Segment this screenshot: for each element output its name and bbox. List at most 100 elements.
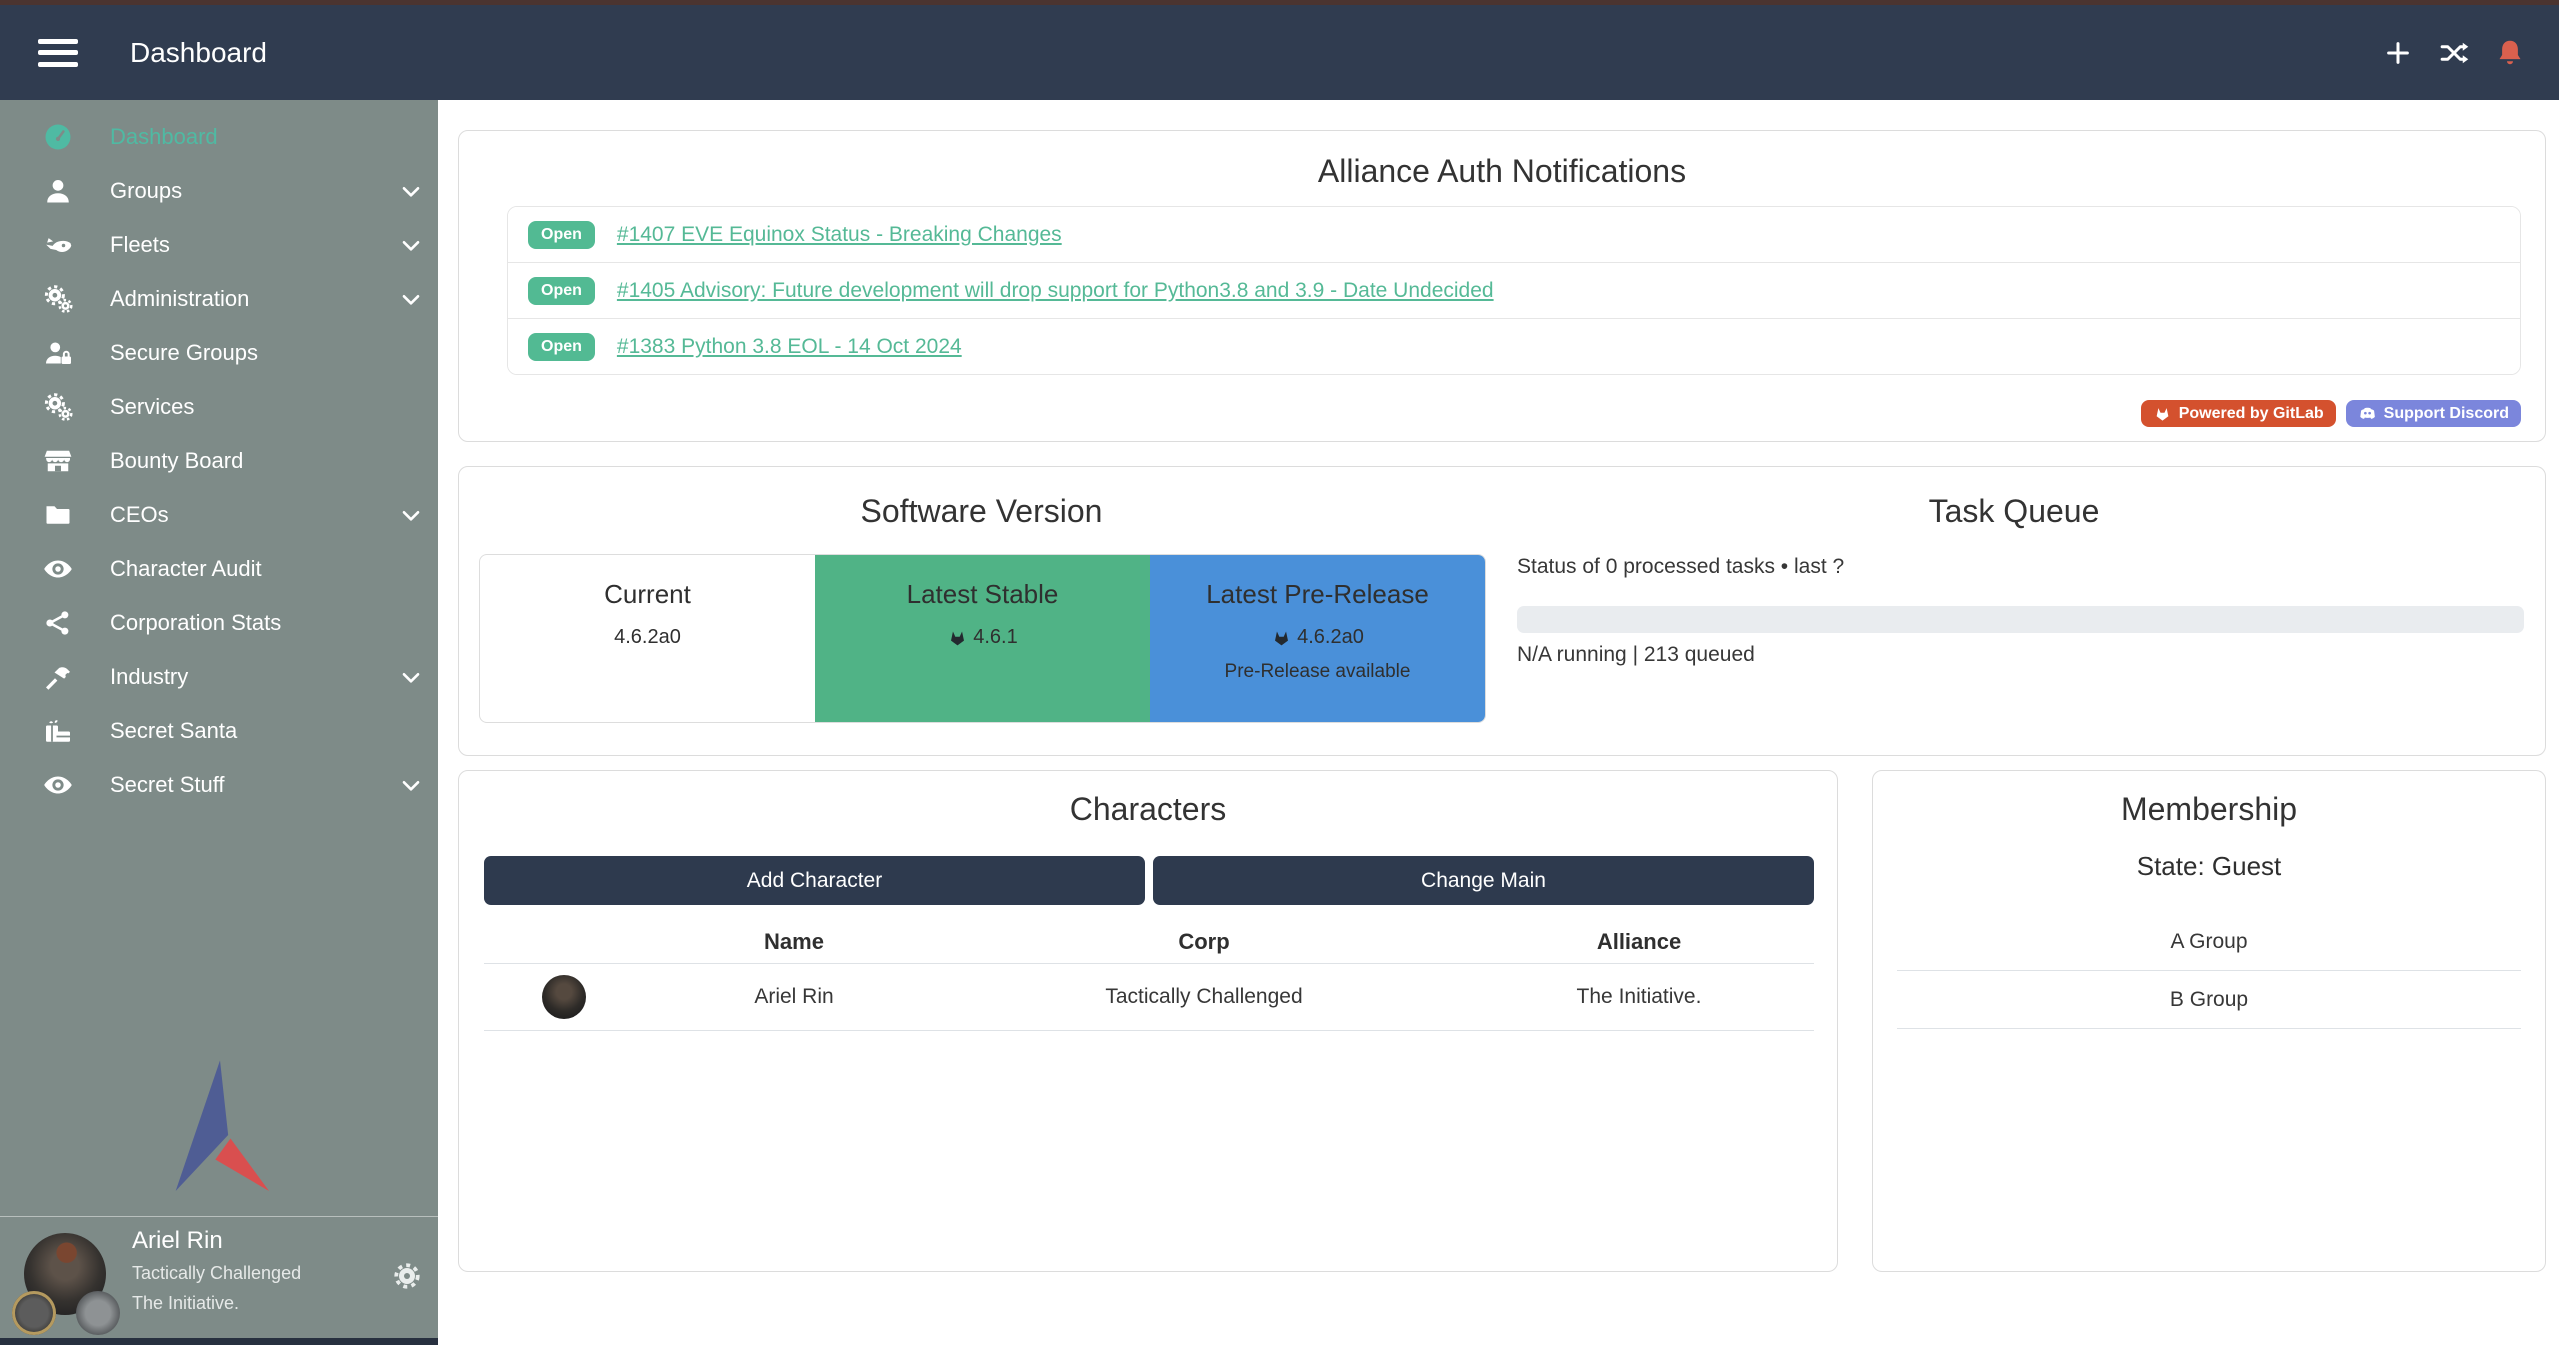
sidebar-item-label: CEOs — [110, 502, 398, 528]
sidebar-item-corporation-stats[interactable]: Corporation Stats — [0, 596, 438, 650]
user-lock-icon — [36, 338, 80, 368]
notification-row: Open #1383 Python 3.8 EOL - 14 Oct 2024 — [508, 319, 2520, 374]
powered-by-gitlab-badge[interactable]: Powered by GitLab — [2141, 400, 2336, 427]
sidebar-item-label: Groups — [110, 178, 398, 204]
prerelease-note: Pre-Release available — [1150, 661, 1485, 683]
eye-icon — [36, 770, 80, 800]
sidebar-item-label: Secure Groups — [110, 340, 424, 366]
sidebar-item-services[interactable]: Services — [0, 380, 438, 434]
gitlab-icon — [947, 627, 968, 648]
software-version-title: Software Version — [479, 493, 1484, 530]
sidebar-item-fleets[interactable]: Fleets — [0, 218, 438, 272]
page-title: Dashboard — [130, 37, 267, 69]
version-value: 4.6.1 — [973, 626, 1017, 649]
sidebar: Dashboard Groups Fleets — [0, 100, 438, 1345]
sidebar-item-label: Corporation Stats — [110, 610, 424, 636]
sidebar-item-label: Secret Stuff — [110, 772, 398, 798]
software-version-panel: Software Version Current 4.6.2a0 Latest … — [458, 466, 2546, 756]
sidebar-item-label: Services — [110, 394, 424, 420]
user-name: Ariel Rin — [132, 1227, 223, 1255]
share-nodes-icon — [36, 608, 80, 638]
column-header-name: Name — [644, 929, 944, 955]
membership-state: State: Guest — [1873, 851, 2545, 882]
notifications-list: Open #1407 EVE Equinox Status - Breaking… — [507, 206, 2521, 375]
sidebar-item-secure-groups[interactable]: Secure Groups — [0, 326, 438, 380]
shuffle-icon[interactable] — [2439, 38, 2469, 68]
user-corp: Tactically Challenged — [132, 1263, 301, 1284]
main-content: Alliance Auth Notifications Open #1407 E… — [438, 100, 2559, 1345]
sidebar-bottom-strip — [0, 1338, 438, 1345]
support-discord-badge[interactable]: Support Discord — [2346, 400, 2521, 427]
chevron-down-icon — [398, 286, 424, 312]
alliance-auth-dashboard: Dashboard — [0, 0, 2559, 1345]
eye-icon — [36, 554, 80, 584]
sidebar-item-secret-santa[interactable]: Secret Santa — [0, 704, 438, 758]
user-settings-gear-icon[interactable] — [392, 1261, 422, 1291]
discord-icon — [2358, 404, 2377, 423]
notification-row: Open #1405 Advisory: Future development … — [508, 263, 2520, 319]
version-prerelease-box: Latest Pre-Release 4.6.2a0 Pre-Release a… — [1150, 555, 1485, 722]
chevron-down-icon — [398, 178, 424, 204]
task-queue-title: Task Queue — [1504, 493, 2524, 530]
sidebar-item-label: Industry — [110, 664, 398, 690]
gifts-icon — [36, 716, 80, 746]
notifications-panel: Alliance Auth Notifications Open #1407 E… — [458, 130, 2546, 442]
notification-row: Open #1407 EVE Equinox Status - Breaking… — [508, 207, 2520, 263]
gears-icon — [36, 392, 80, 422]
store-icon — [36, 446, 80, 476]
badge-label: Powered by GitLab — [2179, 405, 2324, 423]
characters-panel: Characters Add Character Change Main Nam… — [458, 770, 1838, 1272]
notifications-bell-icon[interactable] — [2495, 38, 2525, 68]
sidebar-item-administration[interactable]: Administration — [0, 272, 438, 326]
group-item: B Group — [1897, 971, 2521, 1029]
sidebar-item-bounty-board[interactable]: Bounty Board — [0, 434, 438, 488]
badge-label: Support Discord — [2384, 405, 2509, 423]
sidebar-item-ceos[interactable]: CEOs — [0, 488, 438, 542]
status-badge: Open — [528, 277, 595, 305]
membership-panel: Membership State: Guest A Group B Group — [1872, 770, 2546, 1272]
task-queue-status: Status of 0 processed tasks • last ? — [1517, 555, 1844, 579]
chevron-down-icon — [398, 502, 424, 528]
sidebar-item-groups[interactable]: Groups — [0, 164, 438, 218]
version-value: 4.6.2a0 — [1297, 626, 1364, 649]
sidebar-item-industry[interactable]: Industry — [0, 650, 438, 704]
alliance-auth-logo — [155, 1058, 285, 1198]
version-box-label: Latest Stable — [815, 579, 1150, 610]
column-header-alliance: Alliance — [1464, 929, 1814, 955]
corp-logo — [12, 1291, 56, 1335]
characters-title: Characters — [459, 791, 1837, 828]
sidebar-item-character-audit[interactable]: Character Audit — [0, 542, 438, 596]
version-box-label: Current — [480, 579, 815, 610]
notification-link[interactable]: #1405 Advisory: Future development will … — [617, 279, 1494, 303]
add-character-button[interactable]: Add Character — [484, 856, 1145, 905]
membership-groups-list: A Group B Group — [1897, 913, 2521, 1029]
folder-icon — [36, 500, 80, 530]
characters-table-header: Name Corp Alliance — [484, 921, 1814, 964]
sidebar-item-secret-stuff[interactable]: Secret Stuff — [0, 758, 438, 812]
sidebar-item-label: Bounty Board — [110, 448, 424, 474]
membership-title: Membership — [1873, 791, 2545, 828]
sidebar-item-dashboard[interactable]: Dashboard — [0, 110, 438, 164]
chevron-down-icon — [398, 232, 424, 258]
sidebar-item-label: Fleets — [110, 232, 398, 258]
top-navbar: Dashboard — [0, 5, 2559, 100]
sidebar-item-label: Administration — [110, 286, 398, 312]
gitlab-icon — [2153, 404, 2172, 423]
add-icon[interactable] — [2383, 38, 2413, 68]
status-badge: Open — [528, 221, 595, 249]
character-row: Ariel Rin Tactically Challenged The Init… — [484, 964, 1814, 1031]
chevron-down-icon — [398, 772, 424, 798]
character-corp: Tactically Challenged — [944, 985, 1464, 1009]
character-alliance: The Initiative. — [1464, 985, 1814, 1009]
menu-toggle-button[interactable] — [38, 39, 78, 67]
notification-link[interactable]: #1407 EVE Equinox Status - Breaking Chan… — [617, 223, 1062, 247]
status-badge: Open — [528, 333, 595, 361]
change-main-button[interactable]: Change Main — [1153, 856, 1814, 905]
task-queue-counts: N/A running | 213 queued — [1517, 643, 1755, 667]
user-alliance: The Initiative. — [132, 1293, 239, 1314]
task-queue-progressbar — [1517, 606, 2524, 633]
notifications-title: Alliance Auth Notifications — [459, 153, 2545, 190]
sidebar-item-label: Character Audit — [110, 556, 424, 582]
notification-link[interactable]: #1383 Python 3.8 EOL - 14 Oct 2024 — [617, 335, 962, 359]
version-stable-box: Latest Stable 4.6.1 — [815, 555, 1150, 722]
